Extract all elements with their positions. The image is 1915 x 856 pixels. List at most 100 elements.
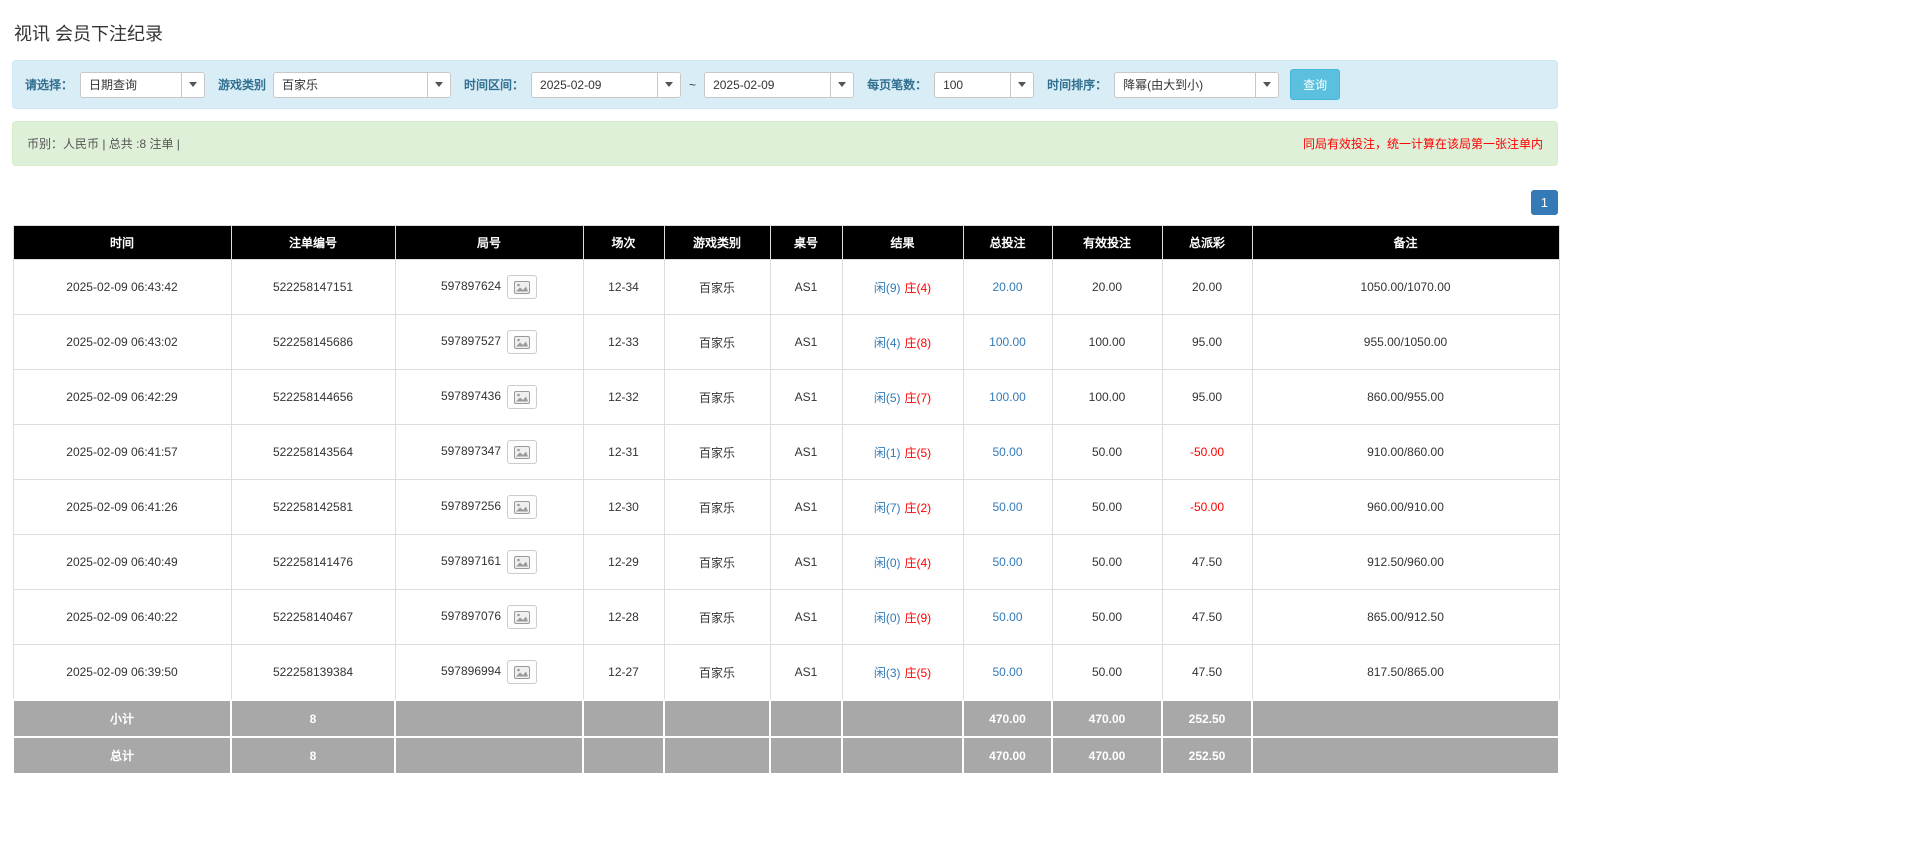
total-bet-link[interactable]: 100.00 xyxy=(989,390,1026,404)
cell-bet-id: 522258141476 xyxy=(231,535,395,590)
cell-note: 865.00/912.50 xyxy=(1252,590,1559,645)
result-player: 闲(9) xyxy=(874,281,901,295)
game-type-value: 百家乐 xyxy=(274,73,427,97)
total-bet-link[interactable]: 50.00 xyxy=(992,665,1022,679)
round-number: 597897076 xyxy=(441,609,501,623)
round-replay-button[interactable] xyxy=(507,660,537,684)
sort-label: 时间排序： xyxy=(1047,76,1107,93)
game-type-dropdown-button[interactable] xyxy=(427,73,450,97)
sort-dropdown-button[interactable] xyxy=(1255,73,1278,97)
page-size-dropdown-button[interactable] xyxy=(1010,73,1033,97)
cell-note: 960.00/910.00 xyxy=(1252,480,1559,535)
date-from-value: 2025-02-09 xyxy=(532,73,657,97)
date-to-select[interactable]: 2025-02-09 xyxy=(704,72,854,98)
empty-cell xyxy=(395,737,583,774)
round-number: 597897256 xyxy=(441,499,501,513)
caret-down-icon xyxy=(1018,82,1026,87)
caret-down-icon xyxy=(1263,82,1271,87)
cell-valid-bet: 100.00 xyxy=(1052,370,1162,425)
total-bet-link[interactable]: 50.00 xyxy=(992,555,1022,569)
cell-payout: -50.00 xyxy=(1162,480,1252,535)
cell-total-bet: 50.00 xyxy=(963,425,1052,480)
result-player: 闲(5) xyxy=(874,391,901,405)
table-row: 2025-02-09 06:40:49 522258141476 5978971… xyxy=(13,535,1559,590)
result-banker: 庄(4) xyxy=(905,556,932,570)
round-replay-button[interactable] xyxy=(507,330,537,354)
total-bet-link[interactable]: 100.00 xyxy=(989,335,1026,349)
cell-total-bet: 50.00 xyxy=(963,535,1052,590)
cell-session: 12-27 xyxy=(583,645,664,701)
query-type-select[interactable]: 日期查询 xyxy=(80,72,205,98)
cell-game: 百家乐 xyxy=(664,535,770,590)
date-to-value: 2025-02-09 xyxy=(705,73,830,97)
filter-bar: 请选择： 日期查询 游戏类别 百家乐 时间区间： 2025-02-09 ~ 20… xyxy=(12,60,1558,109)
cell-result: 闲(5) 庄(7) xyxy=(842,370,963,425)
subtotal-label: 小计 xyxy=(13,700,231,737)
date-from-select[interactable]: 2025-02-09 xyxy=(531,72,681,98)
search-button[interactable]: 查询 xyxy=(1290,69,1340,100)
cell-table: AS1 xyxy=(770,480,842,535)
column-header: 局号 xyxy=(395,226,583,260)
result-banker: 庄(5) xyxy=(905,446,932,460)
cell-total-bet: 50.00 xyxy=(963,645,1052,701)
round-replay-button[interactable] xyxy=(507,605,537,629)
date-from-dropdown-button[interactable] xyxy=(657,73,680,97)
cell-game: 百家乐 xyxy=(664,645,770,701)
total-count: 8 xyxy=(231,737,395,774)
cell-session: 12-33 xyxy=(583,315,664,370)
replay-image-icon xyxy=(514,446,530,459)
round-replay-button[interactable] xyxy=(507,550,537,574)
replay-image-icon xyxy=(514,391,530,404)
cell-note: 860.00/955.00 xyxy=(1252,370,1559,425)
betting-records-table: 时间注单编号局号场次游戏类别桌号结果总投注有效投注总派彩备注 2025-02-0… xyxy=(12,225,1560,775)
date-range-label: 时间区间： xyxy=(464,76,524,93)
round-replay-button[interactable] xyxy=(507,440,537,464)
cell-result: 闲(3)庄(5) xyxy=(842,645,963,701)
total-bet-link[interactable]: 50.00 xyxy=(992,500,1022,514)
replay-image-icon xyxy=(514,281,530,294)
date-to-dropdown-button[interactable] xyxy=(830,73,853,97)
round-replay-button[interactable] xyxy=(507,495,537,519)
total-bet-link[interactable]: 50.00 xyxy=(992,445,1022,459)
page-title: 视讯 会员下注纪录 xyxy=(14,20,1558,46)
cell-valid-bet: 50.00 xyxy=(1052,645,1162,701)
cell-game: 百家乐 xyxy=(664,370,770,425)
result-banker: 庄(8) xyxy=(905,336,932,350)
column-header: 结果 xyxy=(842,226,963,260)
cell-time: 2025-02-09 06:39:50 xyxy=(13,645,231,701)
table-header-row: 时间注单编号局号场次游戏类别桌号结果总投注有效投注总派彩备注 xyxy=(13,226,1559,260)
column-header: 总派彩 xyxy=(1162,226,1252,260)
result-banker: 庄(7) xyxy=(905,391,932,405)
cell-valid-bet: 20.00 xyxy=(1052,260,1162,315)
page-button-1[interactable]: 1 xyxy=(1531,190,1558,215)
page-size-select[interactable]: 100 xyxy=(934,72,1034,98)
page-size-value: 100 xyxy=(935,73,1010,97)
cell-table: AS1 xyxy=(770,315,842,370)
sort-value: 降幂(由大到小) xyxy=(1115,73,1255,97)
cell-time: 2025-02-09 06:40:49 xyxy=(13,535,231,590)
cell-payout: 20.00 xyxy=(1162,260,1252,315)
caret-down-icon xyxy=(665,82,673,87)
cell-note: 912.50/960.00 xyxy=(1252,535,1559,590)
column-header: 注单编号 xyxy=(231,226,395,260)
cell-total-bet: 50.00 xyxy=(963,590,1052,645)
cell-session: 12-32 xyxy=(583,370,664,425)
cell-table: AS1 xyxy=(770,590,842,645)
empty-cell xyxy=(664,737,770,774)
total-bet-link[interactable]: 50.00 xyxy=(992,610,1022,624)
sort-select[interactable]: 降幂(由大到小) xyxy=(1114,72,1279,98)
result-player: 闲(7) xyxy=(874,501,901,515)
cell-payout: 47.50 xyxy=(1162,645,1252,701)
query-type-dropdown-button[interactable] xyxy=(181,73,204,97)
round-number: 597897527 xyxy=(441,334,501,348)
result-player: 闲(4) xyxy=(874,336,901,350)
round-number: 597897624 xyxy=(441,279,501,293)
total-bet-link[interactable]: 20.00 xyxy=(992,280,1022,294)
round-replay-button[interactable] xyxy=(507,275,537,299)
cell-time: 2025-02-09 06:43:42 xyxy=(13,260,231,315)
empty-cell xyxy=(770,700,842,737)
game-type-select[interactable]: 百家乐 xyxy=(273,72,451,98)
round-replay-button[interactable] xyxy=(507,385,537,409)
column-header: 桌号 xyxy=(770,226,842,260)
cell-round: 597897624 xyxy=(395,260,583,315)
